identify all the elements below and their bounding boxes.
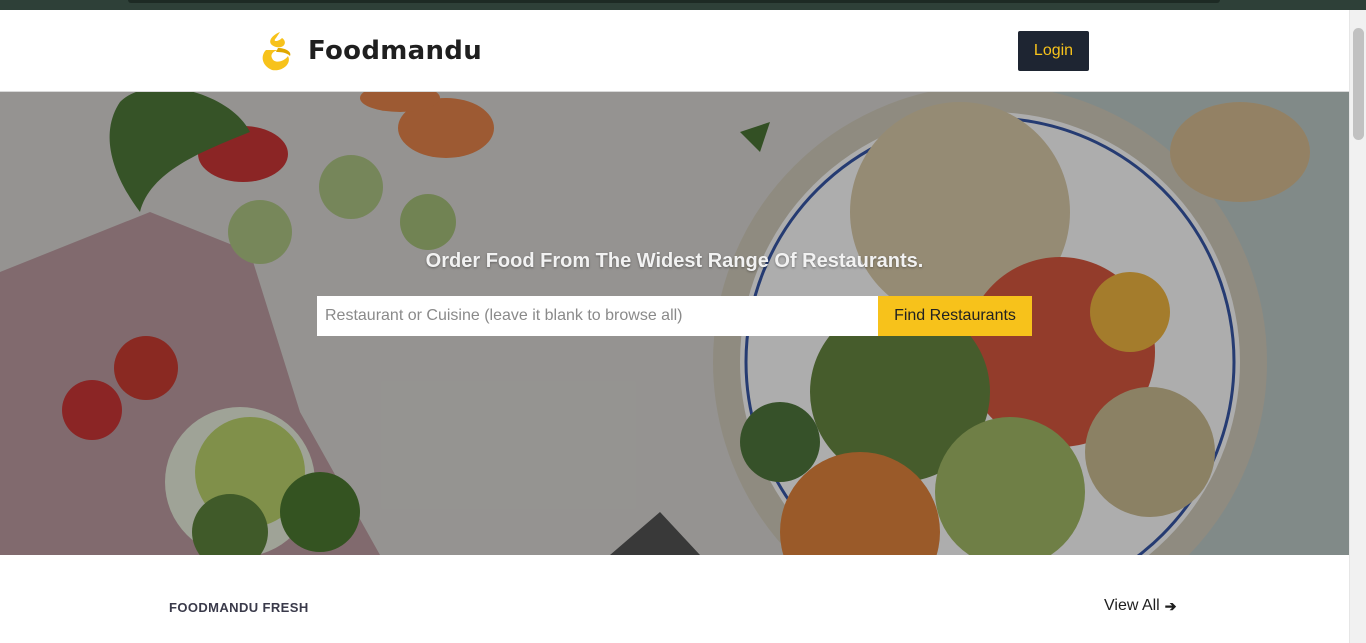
hero-title: Order Food From The Widest Range Of Rest… [425,250,924,272]
view-all-link[interactable]: View All ➔ [1104,597,1176,615]
navbar: Foodmandu Login [0,10,1349,92]
restaurant-search-input[interactable] [317,296,879,336]
browser-top-strip [0,0,1366,10]
scrollbar-thumb[interactable] [1353,28,1364,140]
logo-wordmark: Foodmandu [308,36,483,66]
view-all-label: View All [1104,597,1160,614]
find-restaurants-button[interactable]: Find Restaurants [878,296,1032,336]
section-title: FOODMANDU FRESH [169,600,309,615]
page-scrollbar[interactable] [1349,10,1366,643]
foodmandu-logo-icon [262,32,291,71]
login-button[interactable]: Login [1018,31,1089,71]
arrow-right-icon: ➔ [1164,597,1177,614]
hero-banner: Order Food From The Widest Range Of Rest… [0,92,1349,555]
browser-top-edge [128,0,1220,3]
logo[interactable]: Foodmandu [258,29,482,73]
